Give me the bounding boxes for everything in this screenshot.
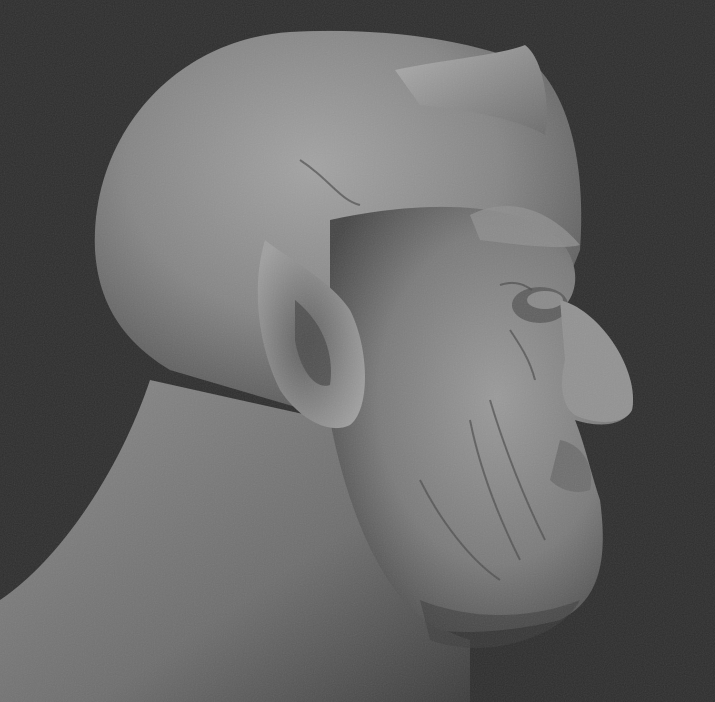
skin-texture: [0, 0, 715, 702]
sculpt-viewport: [0, 0, 715, 702]
sculpted-head-profile-icon: [0, 0, 715, 702]
